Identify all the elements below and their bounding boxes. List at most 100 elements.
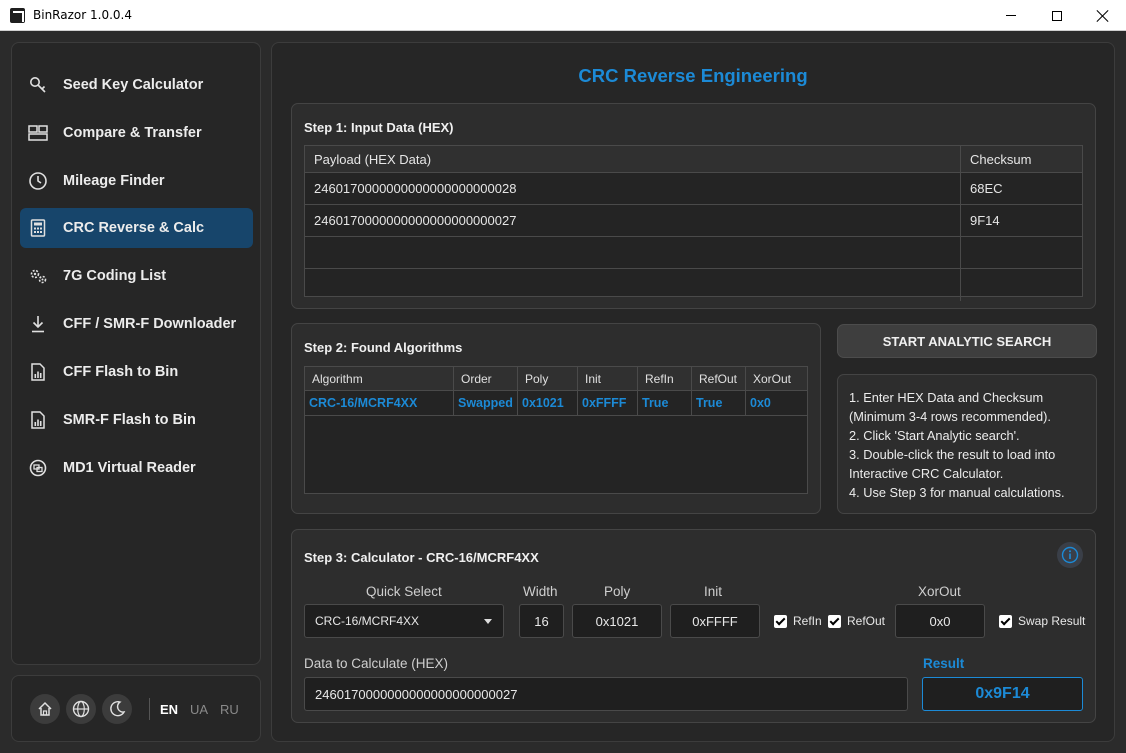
- payload-cell[interactable]: [305, 269, 961, 301]
- column-header-payload: Payload (HEX Data): [305, 146, 961, 172]
- data-to-calculate-input[interactable]: 2460170000000000000000000027: [304, 677, 908, 711]
- data-to-calculate-label: Data to Calculate (HEX): [304, 656, 449, 671]
- home-button[interactable]: [30, 694, 60, 724]
- step3-title: Step 3: Calculator - CRC-16/MCRF4XX: [304, 550, 539, 565]
- checksum-cell[interactable]: [961, 269, 1082, 301]
- payload-cell[interactable]: 2460170000000000000000000027: [305, 205, 961, 236]
- clock-icon: [28, 171, 48, 191]
- step3-card: Step 3: Calculator - CRC-16/MCRF4XX Quic…: [291, 529, 1096, 723]
- start-analytic-search-button[interactable]: START ANALYTIC SEARCH: [837, 324, 1097, 358]
- sidebar-footer: EN UA RU: [11, 675, 261, 742]
- table-row[interactable]: 2460170000000000000000000028 68EC: [305, 173, 1082, 205]
- file-chart-icon: [28, 410, 48, 430]
- table-row[interactable]: [305, 269, 1082, 301]
- xorout-field[interactable]: 0x0: [895, 604, 985, 638]
- table-row[interactable]: CRC-16/MCRF4XX Swapped 0x1021 0xFFFF Tru…: [305, 391, 807, 416]
- result-value: 0x9F14: [922, 677, 1083, 711]
- order-cell[interactable]: Swapped: [454, 391, 518, 415]
- xorout-cell[interactable]: 0x0: [746, 391, 807, 415]
- maximize-button[interactable]: [1034, 0, 1080, 31]
- home-icon: [38, 701, 52, 716]
- globe-icon: [72, 700, 90, 718]
- refin-checkbox[interactable]: RefIn: [774, 614, 822, 628]
- quick-select-dropdown[interactable]: CRC-16/MCRF4XX: [304, 604, 504, 638]
- sidebar: Seed Key Calculator Compare & Transfer M…: [11, 42, 261, 665]
- sidebar-item-label: Mileage Finder: [63, 173, 165, 189]
- info-button[interactable]: [1057, 542, 1083, 568]
- app-logo-icon: [10, 7, 25, 23]
- sidebar-item-smrf-flash[interactable]: SMR-F Flash to Bin: [20, 400, 253, 440]
- sidebar-item-label: CFF Flash to Bin: [63, 364, 179, 380]
- help-line: 4. Use Step 3 for manual calculations.: [849, 485, 1065, 500]
- minimize-button[interactable]: [988, 0, 1034, 31]
- download-icon: [28, 314, 48, 334]
- table-row[interactable]: 2460170000000000000000000027 9F14: [305, 205, 1082, 237]
- step2-title: Step 2: Found Algorithms: [304, 340, 463, 355]
- sidebar-item-label: CRC Reverse & Calc: [63, 220, 205, 236]
- sidebar-item-downloader[interactable]: CFF / SMR-F Downloader: [20, 304, 253, 344]
- close-icon: [1097, 10, 1109, 22]
- poly-cell[interactable]: 0x1021: [518, 391, 578, 415]
- page-title: CRC Reverse Engineering: [578, 65, 808, 86]
- sidebar-item-label: SMR-F Flash to Bin: [63, 412, 196, 428]
- divider: [149, 698, 150, 720]
- sidebar-item-seed-key[interactable]: Seed Key Calculator: [20, 65, 253, 105]
- checkbox-checked-icon: [828, 614, 841, 628]
- language-ua[interactable]: UA: [190, 702, 208, 717]
- swap-result-checkbox[interactable]: Swap Result: [999, 614, 1085, 628]
- result-label: Result: [923, 656, 965, 671]
- close-button[interactable]: [1080, 0, 1126, 31]
- poly-field[interactable]: 0x1021: [572, 604, 662, 638]
- file-chart-icon: [28, 362, 48, 382]
- help-line: 3. Double-click the result to load into: [849, 447, 1056, 462]
- table-row[interactable]: [305, 237, 1082, 269]
- help-line: 1. Enter HEX Data and Checksum: [849, 390, 1044, 405]
- window-controls: [988, 0, 1126, 31]
- poly-label: Poly: [604, 584, 631, 599]
- column-header-algorithm: Algorithm: [305, 367, 454, 390]
- checkbox-checked-icon: [999, 614, 1012, 628]
- main-panel: CRC Reverse Engineering Step 1: Input Da…: [271, 42, 1115, 742]
- step2-card: Step 2: Found Algorithms Algorithm Order…: [291, 323, 821, 514]
- checksum-cell[interactable]: [961, 237, 1082, 268]
- sidebar-item-label: CFF / SMR-F Downloader: [63, 316, 237, 332]
- checksum-cell[interactable]: 68EC: [961, 173, 1082, 204]
- sidebar-item-md1-reader[interactable]: MD1 Virtual Reader: [20, 448, 253, 488]
- sidebar-item-compare[interactable]: Compare & Transfer: [20, 113, 253, 153]
- globe-button[interactable]: [66, 694, 96, 724]
- quick-select-label: Quick Select: [366, 584, 442, 599]
- chevron-down-icon: [484, 619, 492, 624]
- sidebar-item-crc[interactable]: CRC Reverse & Calc: [20, 208, 253, 248]
- column-header-init: Init: [578, 367, 638, 390]
- gears-icon: [28, 266, 48, 286]
- table-header-row: Algorithm Order Poly Init RefIn RefOut X…: [305, 367, 807, 391]
- payload-cell[interactable]: [305, 237, 961, 268]
- theme-toggle-button[interactable]: [102, 694, 132, 724]
- refout-checkbox[interactable]: RefOut: [828, 614, 885, 628]
- refin-cell[interactable]: True: [638, 391, 692, 415]
- language-en[interactable]: EN: [160, 702, 178, 717]
- checksum-cell[interactable]: 9F14: [961, 205, 1082, 236]
- sidebar-item-label: 7G Coding List: [63, 268, 167, 284]
- payload-cell[interactable]: 2460170000000000000000000028: [305, 173, 961, 204]
- width-field[interactable]: 16: [519, 604, 564, 638]
- step1-card: Step 1: Input Data (HEX) Payload (HEX Da…: [291, 103, 1096, 309]
- sidebar-item-label: MD1 Virtual Reader: [63, 460, 196, 476]
- window-title: BinRazor 1.0.0.4: [33, 8, 132, 22]
- swap-result-checkbox-label: Swap Result: [1018, 614, 1086, 628]
- refin-checkbox-label: RefIn: [793, 614, 822, 628]
- chip-icon: [28, 458, 48, 478]
- quick-select-value: CRC-16/MCRF4XX: [315, 614, 420, 628]
- table-header-row: Payload (HEX Data) Checksum: [305, 146, 1082, 173]
- sidebar-item-mileage[interactable]: Mileage Finder: [20, 161, 253, 201]
- sidebar-item-cff-flash[interactable]: CFF Flash to Bin: [20, 352, 253, 392]
- init-cell[interactable]: 0xFFFF: [578, 391, 638, 415]
- algorithm-cell[interactable]: CRC-16/MCRF4XX: [305, 391, 454, 415]
- sidebar-item-coding-list[interactable]: 7G Coding List: [20, 256, 253, 296]
- help-line: (Minimum 3-4 rows recommended).: [849, 409, 1051, 424]
- language-ru[interactable]: RU: [220, 702, 239, 717]
- init-label: Init: [704, 584, 723, 599]
- refout-cell[interactable]: True: [692, 391, 746, 415]
- sidebar-item-label: Compare & Transfer: [63, 125, 202, 141]
- init-field[interactable]: 0xFFFF: [670, 604, 760, 638]
